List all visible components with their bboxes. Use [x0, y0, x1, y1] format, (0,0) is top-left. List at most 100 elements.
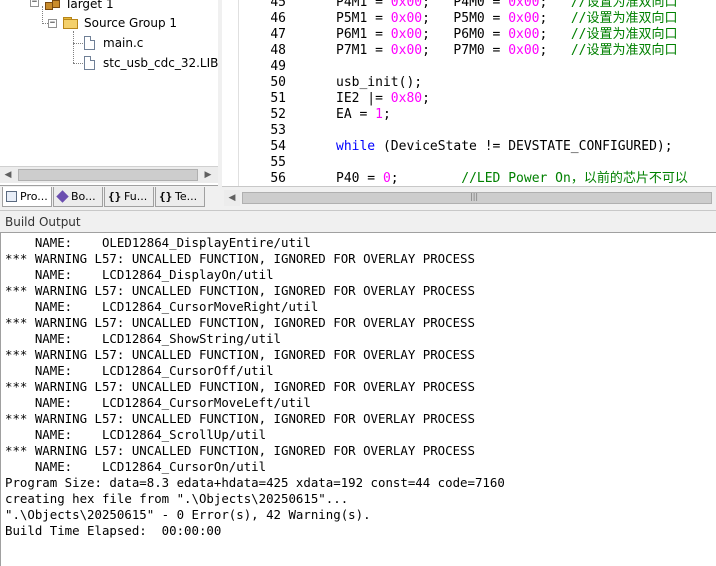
line-number: 49	[270, 59, 286, 74]
tree-item-file[interactable]: main.c	[84, 34, 143, 52]
code-line[interactable]: 52 EA = 1;	[238, 107, 716, 123]
code-text: IE2 |= 0x80;	[336, 91, 430, 107]
code-token: ;	[382, 107, 391, 122]
code-token: ; P6M0 =	[422, 27, 509, 42]
code-token: P5M1 =	[336, 11, 391, 26]
templates-icon: {}	[159, 190, 173, 203]
code-line[interactable]: 53	[238, 123, 716, 139]
code-token: ; P5M0 =	[422, 11, 509, 26]
code-token: usb_init();	[336, 75, 423, 90]
output-line: NAME: LCD12864_ShowString/util	[5, 331, 282, 346]
output-line: *** WARNING L57: UNCALLED FUNCTION, IGNO…	[5, 411, 475, 426]
code-line[interactable]: 51 IE2 |= 0x80;	[238, 91, 716, 107]
output-line: NAME: LCD12864_ScrollUp/util	[5, 427, 267, 442]
code-editor[interactable]: 45 P4M1 = 0x00; P4M0 = 0x00; //设置为准双向口 46 P…	[222, 0, 716, 186]
line-number: 50	[270, 75, 286, 90]
build-output-body[interactable]: NAME: OLED12864_DisplayEntire/util *** WA…	[0, 232, 716, 566]
code-text: P6M1 = 0x00; P6M0 = 0x00; //设置为准双向口	[336, 27, 677, 43]
code-line[interactable]: 47 P6M1 = 0x00; P6M0 = 0x00; //设置为准双向口	[238, 27, 716, 43]
scroll-left-icon[interactable]: ◀	[224, 190, 240, 206]
build-output-title: Build Output	[5, 215, 81, 229]
code-line[interactable]: 45 P4M1 = 0x00; P4M0 = 0x00; //设置为准双向口	[238, 0, 716, 11]
editor-gutter	[222, 0, 239, 186]
tree-item-source-group[interactable]: Source Group 1	[63, 14, 177, 32]
code-number: 0x00	[508, 27, 540, 42]
editor-hscrollbar[interactable]: ◀ |||	[222, 186, 716, 209]
output-line: NAME: LCD12864_CursorMoveLeft/util	[5, 395, 311, 410]
file-label: stc_usb_cdc_32.LIB	[103, 56, 219, 70]
output-line: Program Size: data=8.3 edata+hdata=425 x…	[5, 475, 505, 490]
code-token: ;	[422, 91, 430, 106]
code-text: P5M1 = 0x00; P5M0 = 0x00; //设置为准双向口	[336, 11, 677, 27]
code-text: usb_init();	[336, 75, 422, 91]
scroll-right-icon[interactable]: ▶	[200, 167, 216, 183]
output-line: NAME: LCD12864_CursorMoveRight/util	[5, 299, 319, 314]
source-group-label: Source Group 1	[84, 16, 178, 30]
file-icon	[84, 56, 95, 70]
build-output-header: Build Output	[0, 210, 716, 233]
code-token: P6M1 =	[336, 27, 391, 42]
project-tree-pane: − Target 1 − Source Group 1 main.c stc_u…	[0, 0, 219, 208]
panel-tab-bar: Pro... Bo... {} Fu... {} Te...	[0, 185, 218, 209]
folder-open-icon	[63, 17, 79, 29]
tab-label: Te...	[175, 190, 198, 203]
books-icon	[56, 190, 69, 203]
collapse-target-toggle[interactable]: −	[30, 0, 39, 7]
target-label: Target 1	[65, 0, 114, 11]
line-number: 46	[270, 11, 286, 26]
code-number: 0x00	[390, 11, 423, 26]
code-token: ;	[539, 0, 571, 10]
line-number: 48	[270, 43, 286, 58]
line-number: 52	[270, 107, 286, 122]
code-keyword: while	[336, 139, 376, 154]
grip-icon: |||	[470, 192, 479, 201]
output-line: *** WARNING L57: UNCALLED FUNCTION, IGNO…	[5, 443, 475, 458]
project-hscrollbar[interactable]: ◀ ▶	[0, 166, 218, 183]
tab-functions[interactable]: {} Fu...	[104, 187, 154, 207]
code-line[interactable]: 56 P40 = 0; //LED Power On，以前的芯片不可以	[238, 171, 716, 186]
tab-books[interactable]: Bo...	[53, 187, 103, 207]
code-comment: //设置为准双向口	[570, 11, 678, 26]
output-line: NAME: LCD12864_CursorOff/util	[5, 363, 274, 378]
code-number: 0x00	[508, 43, 540, 58]
output-line: ".\Objects\20250615" - 0 Error(s), 42 Wa…	[5, 507, 371, 522]
code-token: ;	[539, 43, 571, 58]
line-number: 51	[270, 91, 286, 106]
code-text: P4M1 = 0x00; P4M0 = 0x00; //设置为准双向口	[336, 0, 677, 11]
output-line: *** WARNING L57: UNCALLED FUNCTION, IGNO…	[5, 379, 475, 394]
tab-project[interactable]: Pro...	[2, 187, 52, 207]
output-line: *** WARNING L57: UNCALLED FUNCTION, IGNO…	[5, 283, 475, 298]
output-line: *** WARNING L57: UNCALLED FUNCTION, IGNO…	[5, 251, 475, 266]
code-line[interactable]: 46 P5M1 = 0x00; P5M0 = 0x00; //设置为准双向口	[238, 11, 716, 27]
collapse-group-toggle[interactable]: −	[48, 19, 57, 28]
line-number: 54	[270, 139, 286, 154]
code-line[interactable]: 50 usb_init();	[238, 75, 716, 91]
tab-label: Bo...	[71, 190, 96, 203]
tree-connector	[42, 6, 43, 24]
functions-icon: {}	[108, 190, 122, 203]
code-token: ; P4M0 =	[422, 0, 509, 10]
code-line[interactable]: 49	[238, 59, 716, 75]
project-icon	[6, 191, 17, 202]
scroll-thumb[interactable]	[18, 169, 198, 181]
tree-item-file[interactable]: stc_usb_cdc_32.LIB	[84, 54, 218, 72]
code-text: EA = 1;	[336, 107, 391, 123]
line-number: 55	[270, 155, 286, 170]
tab-templates[interactable]: {} Te...	[155, 187, 205, 207]
code-token: ;	[390, 171, 462, 186]
editor-scroll-thumb[interactable]: |||	[242, 192, 712, 204]
output-line: NAME: OLED12864_DisplayEntire/util	[5, 235, 311, 250]
scroll-left-icon[interactable]: ◀	[0, 167, 16, 183]
tree-item-target[interactable]: Target 1	[44, 0, 114, 13]
code-comment: //设置为准双向口	[570, 43, 678, 58]
code-token: (DeviceState != DEVSTATE_CONFIGURED);	[375, 139, 673, 154]
code-text: while (DeviceState != DEVSTATE_CONFIGURE…	[336, 139, 673, 155]
line-number: 45	[270, 0, 286, 10]
code-number: 0x00	[508, 0, 540, 10]
code-token: EA =	[336, 107, 376, 122]
code-number: 1	[375, 107, 383, 122]
code-line[interactable]: 55	[238, 155, 716, 171]
code-line[interactable]: 54 while (DeviceState != DEVSTATE_CONFIGU…	[238, 139, 716, 155]
tree-connector	[73, 63, 83, 64]
code-line[interactable]: 48 P7M1 = 0x00; P7M0 = 0x00; //设置为准双向口	[238, 43, 716, 59]
